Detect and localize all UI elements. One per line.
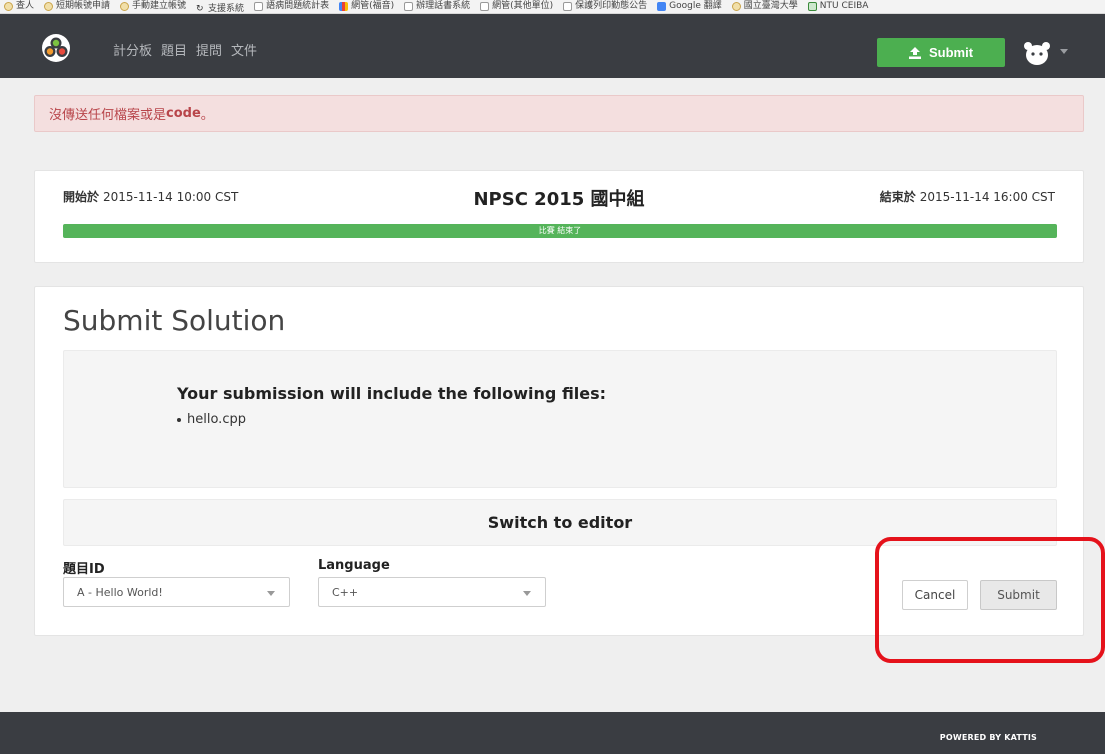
alert-suffix: 。 <box>200 108 214 123</box>
kattis-logo-icon[interactable] <box>38 33 74 63</box>
bookmark-page-icon <box>563 2 573 11</box>
files-dropzone[interactable]: Your submission will include the followi… <box>63 350 1057 488</box>
bookmark-seal-icon <box>120 2 130 11</box>
bookmark-item[interactable]: ↻ 支援系統 <box>196 3 245 14</box>
bookmark-item[interactable]: Google 翻譯 <box>657 0 722 13</box>
bookmark-arrow-icon: ↻ <box>196 4 204 14</box>
bookmark-seal-icon <box>731 2 741 11</box>
bookmark-item[interactable]: 短期帳號申請 <box>44 0 110 13</box>
bookmark-ceiba-icon <box>807 2 817 11</box>
footer-powered-by[interactable]: POWERED BY KATTIS <box>940 733 1037 742</box>
contest-end-label: 結束於 <box>879 190 916 204</box>
problem-id-select[interactable]: A - Hello World! <box>63 577 290 607</box>
page-title: Submit Solution <box>63 304 286 337</box>
bookmark-item[interactable]: 語病問題統計表 <box>254 0 329 13</box>
bookmark-label: 保護列印勤態公告 <box>575 1 648 11</box>
bookmark-label: 支援系統 <box>208 4 245 14</box>
problem-id-value: A - Hello World! <box>77 585 163 599</box>
nav-link-clarifications[interactable]: 提問 <box>196 40 222 59</box>
bookmark-label: 網管(福音) <box>351 1 395 11</box>
bookmark-label: 網管(其他單位) <box>492 1 554 11</box>
bookmarks-bar: 查人 短期帳號申請 手動建立帳號 ↻ 支援系統 語病問題統計表 網管(福音) 辦理話書系統 網管… <box>0 0 1105 14</box>
file-list-item: hello.cpp <box>177 412 246 427</box>
nav-link-documents[interactable]: 文件 <box>231 40 257 59</box>
upload-icon <box>908 46 921 59</box>
error-alert: 沒傳送任何檔案或是 code。 <box>34 95 1084 132</box>
bookmark-apps-icon <box>339 2 349 11</box>
bookmark-page-icon <box>254 2 264 11</box>
bookmark-item[interactable]: NTU CEIBA <box>807 0 869 13</box>
chevron-down-icon <box>523 591 531 596</box>
bookmark-label: Google 翻譯 <box>669 1 722 11</box>
bookmark-label: 國立臺灣大學 <box>743 1 798 11</box>
problem-id-label: 題目ID <box>63 562 105 577</box>
language-select[interactable]: C++ <box>318 577 546 607</box>
nav-links: 計分板 題目 提問 文件 <box>113 40 257 59</box>
bookmark-item[interactable]: 辦理話書系統 <box>404 0 470 13</box>
chevron-down-icon <box>267 591 275 596</box>
bookmark-label: 查人 <box>16 1 35 11</box>
bookmark-item[interactable]: 網管(福音) <box>339 0 394 13</box>
contest-end: 結束於 2015-11-14 16:00 CST <box>880 188 1055 205</box>
bookmark-item[interactable]: 網管(其他單位) <box>480 0 553 13</box>
bookmark-item[interactable]: 查人 <box>4 0 34 13</box>
contest-progress-text: 比賽 結束了 <box>538 226 582 235</box>
bookmark-gtrans-icon <box>657 2 667 11</box>
alert-text: 沒傳送任何檔案或是 <box>49 108 167 123</box>
language-value: C++ <box>332 585 359 599</box>
bookmark-item[interactable]: 國立臺灣大學 <box>731 0 798 13</box>
bookmark-page-icon <box>404 2 414 11</box>
bookmark-item[interactable]: 手動建立帳號 <box>120 0 186 13</box>
nav-link-problems[interactable]: 題目 <box>161 40 187 59</box>
navbar-submit-button[interactable]: Submit <box>877 38 1005 67</box>
user-menu-chevron-down-icon[interactable] <box>1060 49 1068 54</box>
user-avatar-icon[interactable] <box>1022 40 1052 66</box>
alert-bold-text: code <box>166 106 201 121</box>
bookmark-seal-icon <box>4 2 13 11</box>
bookmark-label: 手動建立帳號 <box>132 1 187 11</box>
language-label: Language <box>318 558 390 573</box>
navbar-submit-label: Submit <box>928 45 974 60</box>
files-title: Your submission will include the followi… <box>177 384 607 403</box>
bookmark-item[interactable]: 保護列印勤態公告 <box>563 0 647 13</box>
bookmark-label: NTU CEIBA <box>819 1 869 11</box>
bookmark-page-icon <box>480 2 490 11</box>
bookmark-label: 語病問題統計表 <box>266 1 330 11</box>
contest-end-time: 2015-11-14 16:00 CST <box>919 190 1055 204</box>
contest-progress-bar: 比賽 結束了 <box>63 224 1057 238</box>
annotation-highlight-box <box>875 537 1105 663</box>
nav-link-scoreboard[interactable]: 計分板 <box>113 40 152 59</box>
bookmark-label: 辦理話書系統 <box>416 1 471 11</box>
bookmark-label: 短期帳號申請 <box>56 1 111 11</box>
bookmark-seal-icon <box>44 2 54 11</box>
files-list: hello.cpp <box>177 412 246 427</box>
footer: POWERED BY KATTIS <box>0 712 1105 754</box>
contest-info-card: 開始於 2015-11-14 10:00 CST NPSC 2015 國中組 結束… <box>34 170 1084 263</box>
navbar: 計分板 題目 提問 文件 Submit <box>0 14 1105 78</box>
